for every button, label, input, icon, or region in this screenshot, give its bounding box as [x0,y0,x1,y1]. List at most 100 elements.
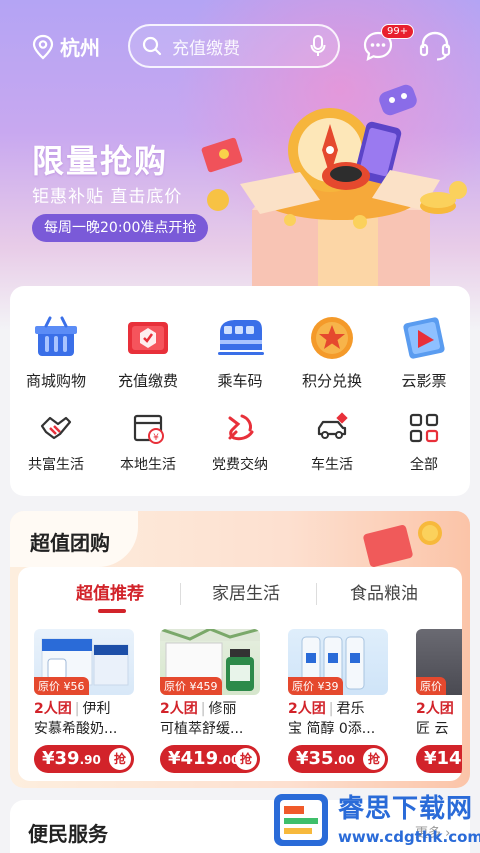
message-badge: 99+ [381,24,415,39]
service-label: 充值缴费 [117,372,178,390]
promo-schedule-pill[interactable]: 每周一晚20:00准点开抢 [32,214,209,242]
title-separator: | [200,701,206,717]
group-tabs: 超值推荐 家居生活 食品粮油 [18,567,462,617]
price-button[interactable]: ¥419.00 抢 [160,745,260,773]
service-all[interactable]: 全部 [378,410,470,474]
service-movie-tickets[interactable]: 云影票 [378,312,470,391]
service-local-life[interactable]: ¥ 本地生活 [102,410,194,474]
title-separator: | [74,701,80,717]
service-bus-code[interactable]: 乘车码 [194,312,286,391]
service-car-life[interactable]: 车生活 [286,410,378,474]
service-label: 共富生活 [28,457,84,473]
train-icon [218,320,264,355]
group-title-tab: 超值团购 [10,511,138,567]
price-amount: ¥39.90 [42,748,101,769]
price-button[interactable]: ¥14 [416,745,462,773]
handshake-icon [40,416,72,440]
grab-badge: 抢 [109,748,131,770]
price-button[interactable]: ¥35.00 抢 [288,745,388,773]
shopping-basket-icon [35,316,77,356]
top-bar: 杭州 充值缴费 99+ [0,24,480,70]
product-title-line1: 2人团 | 君乐 [288,699,392,719]
product-title-line2: 匠 云 [416,721,449,737]
product-card[interactable]: 原价 ¥39 2人团 | 君乐 宝 简醇 0添... ¥35.00 抢 [288,629,394,773]
service-points-exchange[interactable]: 积分兑换 [286,312,378,391]
price-button[interactable]: ¥39.90 抢 [34,745,134,773]
star-medal-icon [311,317,353,359]
services-card: 商城购物 充值缴费 乘车码 积分兑换 云影票 共富生活 ¥ 本地生活 党费交纳 … [10,286,470,496]
product-image: 原价 [416,629,462,695]
product-title-line1: 2人团 | 伊利 [34,699,138,719]
product-image: 原价 ¥56 [34,629,134,695]
price-amount: ¥14 [424,748,462,769]
tab-home-living[interactable]: 家居生活 [212,579,280,604]
group-buy-panel: 超值推荐 家居生活 食品粮油 原价 ¥56 2人团|伊利 安慕希酸奶... [18,567,462,781]
price-cents: .90 [79,753,101,767]
search-bar[interactable]: 充值缴费 [128,24,340,68]
product-brand: 修丽 [208,701,237,717]
product-brand: 伊利 [82,701,111,717]
group-buy-section: 超值团购 超值推荐 家居生活 食品粮油 原价 ¥56 2人团 | 伊利 安慕希酸… [10,511,470,788]
product-title-line1: 2人团 [416,699,462,719]
product-card[interactable]: 原价 ¥459 2人团 | 修丽 可植萃舒缓... ¥419.00 抢 [160,629,266,773]
product-title-line2: 宝 简醇 0添... [288,721,376,737]
price-main: ¥419 [168,748,219,769]
service-party-dues[interactable]: 党费交纳 [194,410,286,474]
svg-text:¥: ¥ [153,433,159,443]
service-label: 云影票 [401,372,447,390]
product-title-line2: 安慕希酸奶... [34,721,118,737]
promo-title: 限量抢购 [32,142,169,180]
search-icon [142,36,162,56]
tab-divider [180,583,181,605]
site-watermark: 睿思下载网 www.cdgthk.com [268,786,480,853]
location-pin-icon [32,34,54,59]
product-card[interactable]: 原价 2人团 匠 云 ¥14 [416,629,462,773]
original-price-tag: 原价 ¥56 [34,677,89,695]
movie-ticket-icon [403,317,445,359]
service-label: 商城购物 [25,372,86,390]
price-main: ¥14 [424,748,462,769]
tab-recommend[interactable]: 超值推荐 [76,579,144,604]
group-size-tag: 2人团 [34,701,72,717]
city-selector[interactable]: 杭州 [32,32,100,61]
title-separator: | [328,701,334,717]
tab-divider [316,583,317,605]
city-label: 杭州 [60,36,100,60]
service-recharge[interactable]: 充值缴费 [102,312,194,391]
car-icon [317,412,348,439]
group-buy-title: 超值团购 [30,531,110,555]
group-size-tag: 2人团 [416,701,454,717]
tab-food-grain[interactable]: 食品粮油 [350,579,418,604]
service-common-prosperity[interactable]: 共富生活 [10,410,102,474]
search-placeholder: 充值缴费 [172,38,240,59]
customer-service-icon[interactable] [418,30,452,62]
product-card[interactable]: 原价 ¥56 2人团 | 伊利 安慕希酸奶... ¥39.90 抢 [34,629,140,773]
product-brand: 君乐 [336,701,365,717]
party-emblem-icon [228,414,254,441]
service-label: 乘车码 [217,372,263,390]
grab-badge: 抢 [235,748,257,770]
service-label: 全部 [410,457,438,473]
active-tab-indicator [98,609,126,613]
service-label: 车生活 [311,457,353,473]
product-image: 原价 ¥39 [288,629,388,695]
microphone-icon[interactable] [310,35,326,57]
grab-badge: 抢 [363,748,385,770]
product-image: 原价 ¥459 [160,629,260,695]
price-cents: .00 [333,753,355,767]
service-mall-shopping[interactable]: 商城购物 [10,312,102,391]
local-shop-icon: ¥ [133,414,164,444]
grid-all-icon [409,413,439,443]
service-label: 积分兑换 [301,372,362,390]
original-price-tag: 原价 ¥459 [160,677,222,695]
price-main: ¥35 [296,748,334,769]
convenience-services-title: 便民服务 [28,822,108,846]
price-amount: ¥35.00 [296,748,355,769]
hero-banner[interactable]: 杭州 充值缴费 99+ 限量抢购 钜惠补贴 直击底价 每周一晚20:00准点开抢 [0,0,480,330]
group-size-tag: 2人团 [288,701,326,717]
group-size-tag: 2人团 [160,701,198,717]
price-main: ¥39 [42,748,80,769]
price-amount: ¥419.00 [168,748,239,769]
original-price-tag: 原价 ¥39 [288,677,343,695]
service-label: 党费交纳 [212,457,268,473]
